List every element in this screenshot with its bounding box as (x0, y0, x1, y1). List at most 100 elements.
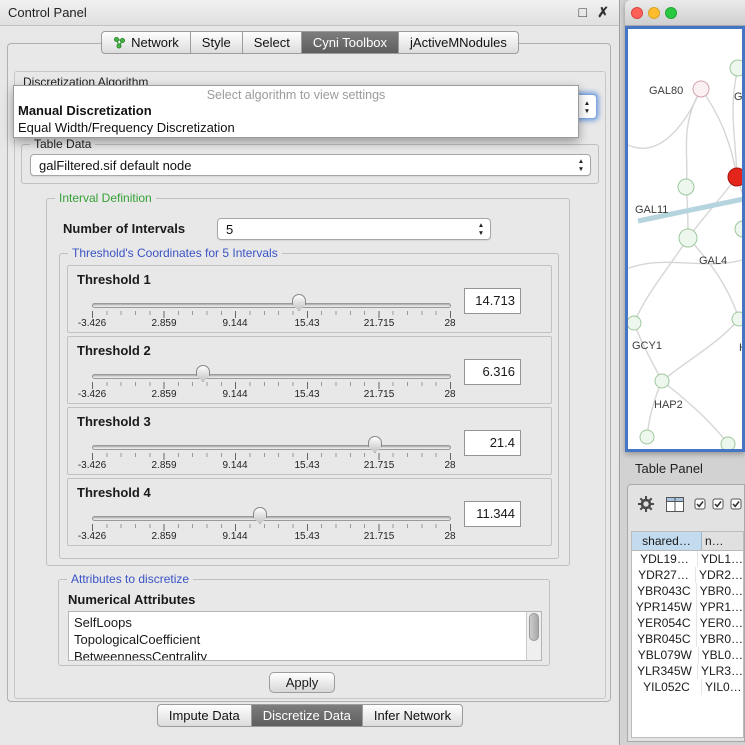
table-cell[interactable]: YBL0… (699, 647, 743, 663)
table-cell[interactable]: YDR27… (632, 567, 696, 583)
network-node[interactable] (721, 437, 735, 449)
tick-label: 2.859 (151, 318, 176, 329)
network-node-selected[interactable] (728, 168, 742, 186)
bottom-tab-bar: Impute Data Discretize Data Infer Networ… (0, 704, 620, 727)
algorithm-dropdown-popup: Select algorithm to view settings Manual… (13, 85, 579, 138)
dropdown-option-manual-discretization[interactable]: Manual Discretization (14, 102, 578, 119)
table-cell[interactable]: YPR145W (632, 599, 697, 615)
list-scrollbar[interactable] (526, 612, 541, 660)
network-node[interactable] (693, 81, 709, 97)
table-row[interactable]: YDR27… YDR2… (632, 567, 743, 583)
dropdown-option-equal-width-frequency[interactable]: Equal Width/Frequency Discretization (14, 119, 578, 136)
table-cell[interactable]: YBR0… (697, 583, 743, 599)
list-item[interactable]: TopologicalCoefficient (69, 631, 541, 648)
threshold-3-slider-track[interactable] (92, 445, 451, 450)
table-row[interactable]: YBR043C YBR0… (632, 583, 743, 599)
tab-discretize-data[interactable]: Discretize Data (251, 704, 363, 727)
table-cell[interactable]: YPR1… (697, 599, 743, 615)
minimize-traffic-light-icon[interactable] (648, 7, 660, 19)
table-row[interactable]: YBR045C YBR0… (632, 631, 743, 647)
network-viewport[interactable]: GAL80 GA GAL11 GAL4 GCY1 H HAP2 (625, 26, 745, 452)
table-cell[interactable]: YLR345W (632, 663, 698, 679)
threshold-1-slider-thumb[interactable] (292, 294, 306, 311)
table-cell[interactable]: YLR3… (698, 663, 743, 679)
table-header-shared-name[interactable]: shared… (632, 532, 702, 550)
checkbox-icon[interactable] (712, 498, 724, 513)
checkbox-icon[interactable] (730, 498, 742, 513)
tab-infer-network[interactable]: Infer Network (362, 704, 463, 727)
apply-button[interactable]: Apply (269, 672, 335, 693)
tab-style[interactable]: Style (190, 31, 243, 54)
network-node[interactable] (655, 374, 669, 388)
table-cell[interactable]: YER0… (697, 615, 743, 631)
table-row[interactable]: YDL19… YDL1… (632, 551, 743, 567)
table-row[interactable]: YPR145W YPR1… (632, 599, 743, 615)
tick-label: 15.43 (294, 460, 319, 471)
number-of-intervals-combobox[interactable]: 5 ▲▼ (217, 218, 491, 240)
threshold-2-slider-track[interactable] (92, 374, 451, 379)
tab-infer-network-label: Infer Network (374, 705, 451, 726)
table-row[interactable]: YER054C YER0… (632, 615, 743, 631)
threshold-2-title: Threshold 2 (77, 343, 151, 358)
tab-impute-data[interactable]: Impute Data (157, 704, 252, 727)
table-cell[interactable]: YER054C (632, 615, 697, 631)
network-node[interactable] (628, 316, 641, 330)
table-cell[interactable]: YDL19… (632, 551, 698, 567)
network-node[interactable] (640, 430, 654, 444)
close-traffic-light-icon[interactable] (631, 7, 643, 19)
network-node[interactable] (732, 312, 742, 326)
node-label-partial: GA (734, 91, 745, 103)
numerical-attributes-label: Numerical Attributes (68, 592, 195, 607)
columns-icon[interactable] (666, 497, 684, 515)
table-cell[interactable]: YDR2… (696, 567, 743, 583)
number-of-intervals-value: 5 (226, 221, 233, 238)
table-cell[interactable]: YIL0… (702, 679, 743, 695)
threshold-3-value-field[interactable]: 21.4 (464, 430, 521, 456)
threshold-2-slider-thumb[interactable] (196, 365, 210, 382)
threshold-4-value-field[interactable]: 11.344 (464, 501, 521, 527)
threshold-4-slider-thumb[interactable] (253, 507, 267, 524)
threshold-2-value-field[interactable]: 6.316 (464, 359, 521, 385)
network-node[interactable] (679, 229, 697, 247)
table-cell[interactable]: YBR043C (632, 583, 697, 599)
list-item[interactable]: SelfLoops (69, 612, 541, 631)
tab-select[interactable]: Select (242, 31, 302, 54)
table-cell[interactable]: YBL079W (632, 647, 699, 663)
threshold-1-value-field[interactable]: 14.713 (464, 288, 521, 314)
threshold-3-slider-thumb[interactable] (368, 436, 382, 453)
table-row[interactable]: YIL052C YIL0… (632, 679, 743, 695)
zoom-traffic-light-icon[interactable] (665, 7, 677, 19)
close-icon[interactable]: ✗ (597, 4, 609, 21)
right-region: GAL80 GA GAL11 GAL4 GCY1 H HAP2 Table Pa… (621, 0, 745, 745)
network-node[interactable] (730, 60, 742, 76)
table-row[interactable]: YLR345W YLR3… (632, 663, 743, 679)
list-item[interactable]: BetweennessCentrality (69, 648, 541, 661)
network-node[interactable] (735, 221, 742, 237)
table-cell[interactable]: YBR0… (697, 631, 743, 647)
tick-label: 28 (444, 389, 455, 400)
top-tab-bar: Network Style Select Cyni Toolbox jActiv… (0, 31, 620, 54)
threshold-1-slider-track[interactable] (92, 303, 451, 308)
float-window-icon[interactable]: □ (579, 4, 587, 20)
table-header-row: shared… n… (632, 532, 743, 551)
combobox-arrows-icon: ▲▼ (582, 100, 592, 115)
table-header-name[interactable]: n… (702, 532, 743, 550)
tab-jactivemodules[interactable]: jActiveMNodules (398, 31, 519, 54)
checkbox-icon[interactable] (694, 498, 706, 513)
table-cell[interactable]: YDL1… (698, 551, 743, 567)
dropdown-hint: Select algorithm to view settings (14, 86, 578, 102)
gear-icon[interactable] (637, 495, 655, 516)
tab-cyni-toolbox-label: Cyni Toolbox (313, 32, 387, 53)
threshold-1-ticks (92, 311, 451, 318)
network-node[interactable] (678, 179, 694, 195)
tab-cyni-toolbox[interactable]: Cyni Toolbox (301, 31, 399, 54)
threshold-4-ticks (92, 524, 451, 531)
threshold-2-box: Threshold 2 -3.426 2.859 9.144 15.43 21.… (67, 336, 552, 404)
table-cell[interactable]: YIL052C (632, 679, 702, 695)
table-cell[interactable]: YBR045C (632, 631, 697, 647)
threshold-4-slider-track[interactable] (92, 516, 451, 521)
table-data-combobox[interactable]: galFiltered.sif default node ▲▼ (30, 154, 591, 176)
tab-network[interactable]: Network (101, 31, 191, 54)
scrollbar-thumb[interactable] (529, 613, 539, 641)
table-row[interactable]: YBL079W YBL0… (632, 647, 743, 663)
